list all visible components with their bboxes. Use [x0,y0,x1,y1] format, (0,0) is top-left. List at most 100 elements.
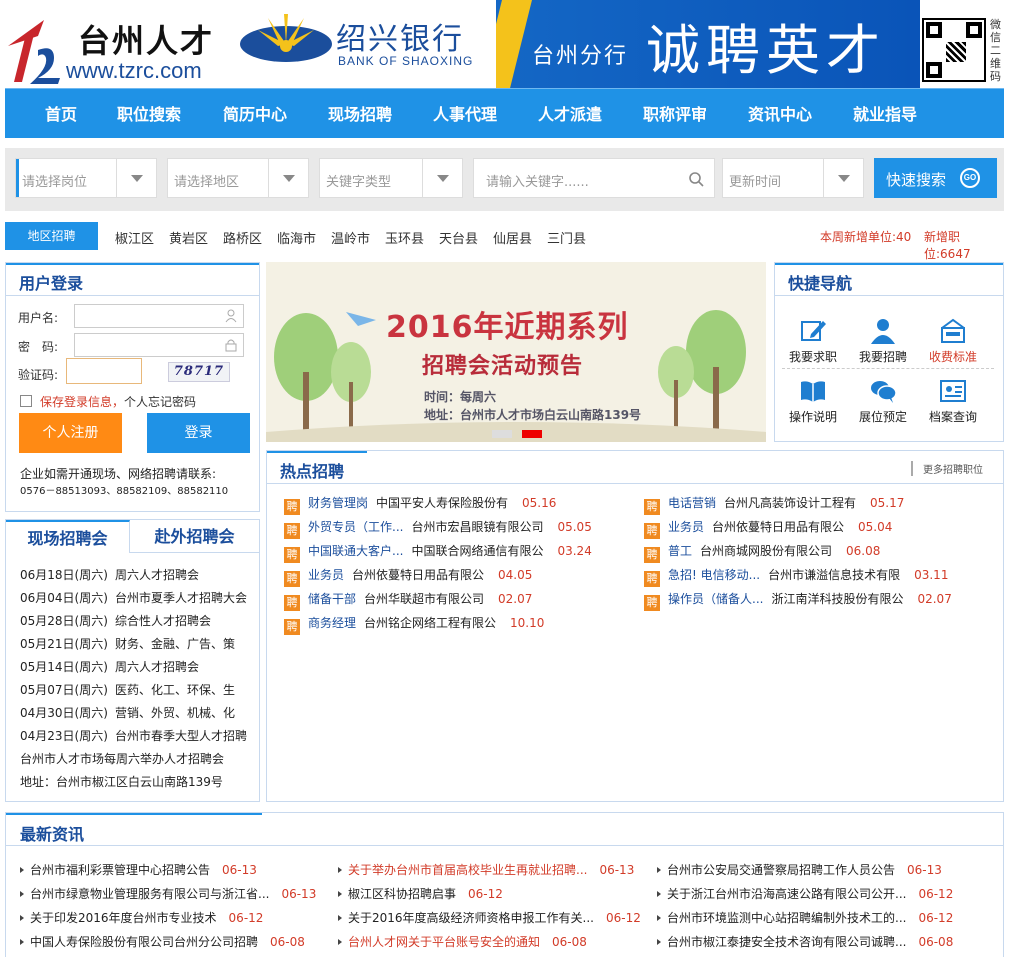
news-item[interactable]: 台州人才网关于平台账号安全的通知 06-08 [338,933,587,950]
quick-fees[interactable]: 收费标准 [918,318,988,365]
slide-dot[interactable] [492,430,512,438]
quick-booth[interactable]: 展位预定 [848,378,918,425]
news-link[interactable]: 关于浙江台州市沿海高速公路有限公司公开... [667,887,906,901]
nav-onsite[interactable]: 现场招聘 [328,101,392,125]
news-item[interactable]: 关于浙江台州市沿海高速公路有限公司公开... 06-12 [657,885,953,902]
district-link[interactable]: 椒江区 [115,228,154,247]
hot-job-item[interactable]: 聘业务员 台州依蔓特日用品有限公 05.04 [644,518,892,539]
tab-away-fairs[interactable]: 赴外招聘会 [130,520,259,553]
job-position[interactable]: 中国联通大客户... [308,544,403,558]
quick-archive[interactable]: 档案查询 [918,378,988,425]
news-item[interactable]: 台州市公安局交通警察局招聘工作人员公告 06-13 [657,861,942,878]
district-link[interactable]: 温岭市 [331,228,370,247]
site-logo[interactable]: 台州人才 www.tzrc.com [4,12,234,88]
job-company[interactable]: 中国平安人寿保险股份有 [376,496,508,510]
chevron-down-icon[interactable] [116,159,156,197]
nav-guide[interactable]: 就业指导 [853,101,917,125]
news-item[interactable]: 中国人寿保险股份有限公司台州分公司招聘 06-08 [20,933,305,950]
job-company[interactable]: 台州依蔓特日用品有限公 [352,568,484,582]
register-button[interactable]: 个人注册 [19,413,122,453]
job-company[interactable]: 台州市宏昌眼镜有限公司 [411,520,543,534]
job-position[interactable]: 财务管理岗 [308,496,368,510]
district-link[interactable]: 天台县 [439,228,478,247]
news-link[interactable]: 关于举办台州市首届高校毕业生再就业招聘... [348,863,587,877]
keyword-type-select[interactable]: 关键字类型 [319,158,463,198]
remember-checkbox[interactable] [20,395,32,407]
news-link[interactable]: 椒江区科协招聘启事 [348,887,456,901]
news-link[interactable]: 关于2016年度高级经济师资格申报工作有关... [348,911,594,925]
fair-item[interactable]: 06月18日(周六) 周六人才招聘会 [20,566,199,583]
news-link[interactable]: 中国人寿保险股份有限公司台州分公司招聘 [30,935,258,949]
job-position[interactable]: 储备干部 [308,592,356,606]
nav-home[interactable]: 首页 [45,101,77,125]
news-link[interactable]: 台州市绿意物业管理服务有限公司与浙江省... [30,887,269,901]
recruit-banner[interactable]: 台州分行 诚聘英才 [496,0,920,88]
quick-help[interactable]: 操作说明 [778,378,848,425]
event-banner-slide[interactable]: 2016年近期系列 招聘会活动预告 时间：每周六 地址：台州市人才市场白云山南路… [266,262,766,442]
job-position[interactable]: 业务员 [308,568,344,582]
chevron-down-icon[interactable] [823,159,863,197]
job-position[interactable]: 业务员 [668,520,704,534]
hot-job-item[interactable]: 聘外贸专员（工作... 台州市宏昌眼镜有限公司 05.05 [284,518,592,539]
news-item[interactable]: 台州市椒江泰捷安全技术咨询有限公司诚聘... 06-08 [657,933,953,950]
position-select[interactable]: 请选择岗位 [15,158,157,198]
job-company[interactable]: 台州依蔓特日用品有限公 [712,520,844,534]
nav-job-search[interactable]: 职位搜索 [117,101,181,125]
district-link[interactable]: 黄岩区 [169,228,208,247]
news-item[interactable]: 椒江区科协招聘启事 06-12 [338,885,503,902]
hot-job-item[interactable]: 聘商务经理 台州铭企网络工程有限公 10.10 [284,614,544,635]
slide-dot-active[interactable] [522,430,542,438]
job-company[interactable]: 台州市谦溢信息技术有限 [768,568,900,582]
district-link[interactable]: 玉环县 [385,228,424,247]
news-link[interactable]: 关于印发2016年度台州市专业技术 [30,911,217,925]
chevron-down-icon[interactable] [422,159,462,197]
job-company[interactable]: 台州华联超市有限公司 [364,592,484,606]
news-link[interactable]: 台州市椒江泰捷安全技术咨询有限公司诚聘... [667,935,906,949]
news-link[interactable]: 台州人才网关于平台账号安全的通知 [348,935,540,949]
hot-job-item[interactable]: 聘业务员 台州依蔓特日用品有限公 04.05 [284,566,532,587]
fair-item[interactable]: 05月07日(周六) 医药、化工、环保、生 [20,681,235,698]
time-select[interactable]: 更新时间 [722,158,864,198]
username-input[interactable] [74,304,244,328]
district-link[interactable]: 三门县 [547,228,586,247]
fair-item[interactable]: 05月14日(周六) 周六人才招聘会 [20,658,199,675]
fair-item[interactable]: 04月23日(周六) 台州市春季大型人才招聘 [20,727,247,744]
fair-item[interactable]: 04月30日(周六) 营销、外贸、机械、化 [20,704,235,721]
district-tab[interactable]: 地区招聘 [5,222,98,250]
job-position[interactable]: 商务经理 [308,616,356,630]
captcha-image[interactable]: 78717 [168,362,230,382]
district-link[interactable]: 临海市 [277,228,316,247]
job-company[interactable]: 台州商城网股份有限公司 [700,544,832,558]
nav-title-review[interactable]: 职称评审 [643,101,707,125]
quick-recruit[interactable]: 我要招聘 [848,318,918,365]
district-link[interactable]: 路桥区 [223,228,262,247]
tab-local-fairs[interactable]: 现场招聘会 [6,520,130,553]
password-input[interactable] [74,333,244,357]
nav-agency[interactable]: 人事代理 [433,101,497,125]
news-link[interactable]: 台州市公安局交通警察局招聘工作人员公告 [667,863,895,877]
keyword-input[interactable]: 请输入关键字...... [473,158,715,198]
quick-job-seek[interactable]: 我要求职 [778,318,848,365]
district-link[interactable]: 仙居县 [493,228,532,247]
news-item[interactable]: 台州市绿意物业管理服务有限公司与浙江省... 06-13 [20,885,316,902]
job-company[interactable]: 中国联合网络通信有限公 [411,544,543,558]
hot-job-item[interactable]: 聘财务管理岗 中国平安人寿保险股份有 05.16 [284,494,556,515]
news-item[interactable]: 关于2016年度高级经济师资格申报工作有关... 06-12 [338,909,641,926]
hot-job-item[interactable]: 聘储备干部 台州华联超市有限公司 02.07 [284,590,532,611]
nav-dispatch[interactable]: 人才派遣 [538,101,602,125]
job-company[interactable]: 浙江南洋科技股份有限公 [771,592,903,606]
hot-job-item[interactable]: 聘中国联通大客户... 中国联合网络通信有限公 03.24 [284,542,592,563]
forgot-password-link[interactable]: 个人忘记密码 [124,395,196,409]
chevron-down-icon[interactable] [268,159,308,197]
news-item[interactable]: 关于印发2016年度台州市专业技术 06-12 [20,909,263,926]
quick-search-button[interactable]: 快速搜索 GO [874,158,997,198]
news-link[interactable]: 台州市福利彩票管理中心招聘公告 [30,863,210,877]
area-select[interactable]: 请选择地区 [167,158,309,198]
news-item[interactable]: 台州市福利彩票管理中心招聘公告 06-13 [20,861,257,878]
job-position[interactable]: 电话营销 [668,496,716,510]
fair-item[interactable]: 06月04日(周六) 台州市夏季人才招聘大会 [20,589,247,606]
news-link[interactable]: 台州市环境监测中心站招聘编制外技术工的... [667,911,906,925]
more-jobs-link[interactable]: 更多招聘职位 [911,461,983,476]
news-item[interactable]: 关于举办台州市首届高校毕业生再就业招聘... 06-13 [338,861,634,878]
fair-item[interactable]: 05月28日(周六) 综合性人才招聘会 [20,612,211,629]
